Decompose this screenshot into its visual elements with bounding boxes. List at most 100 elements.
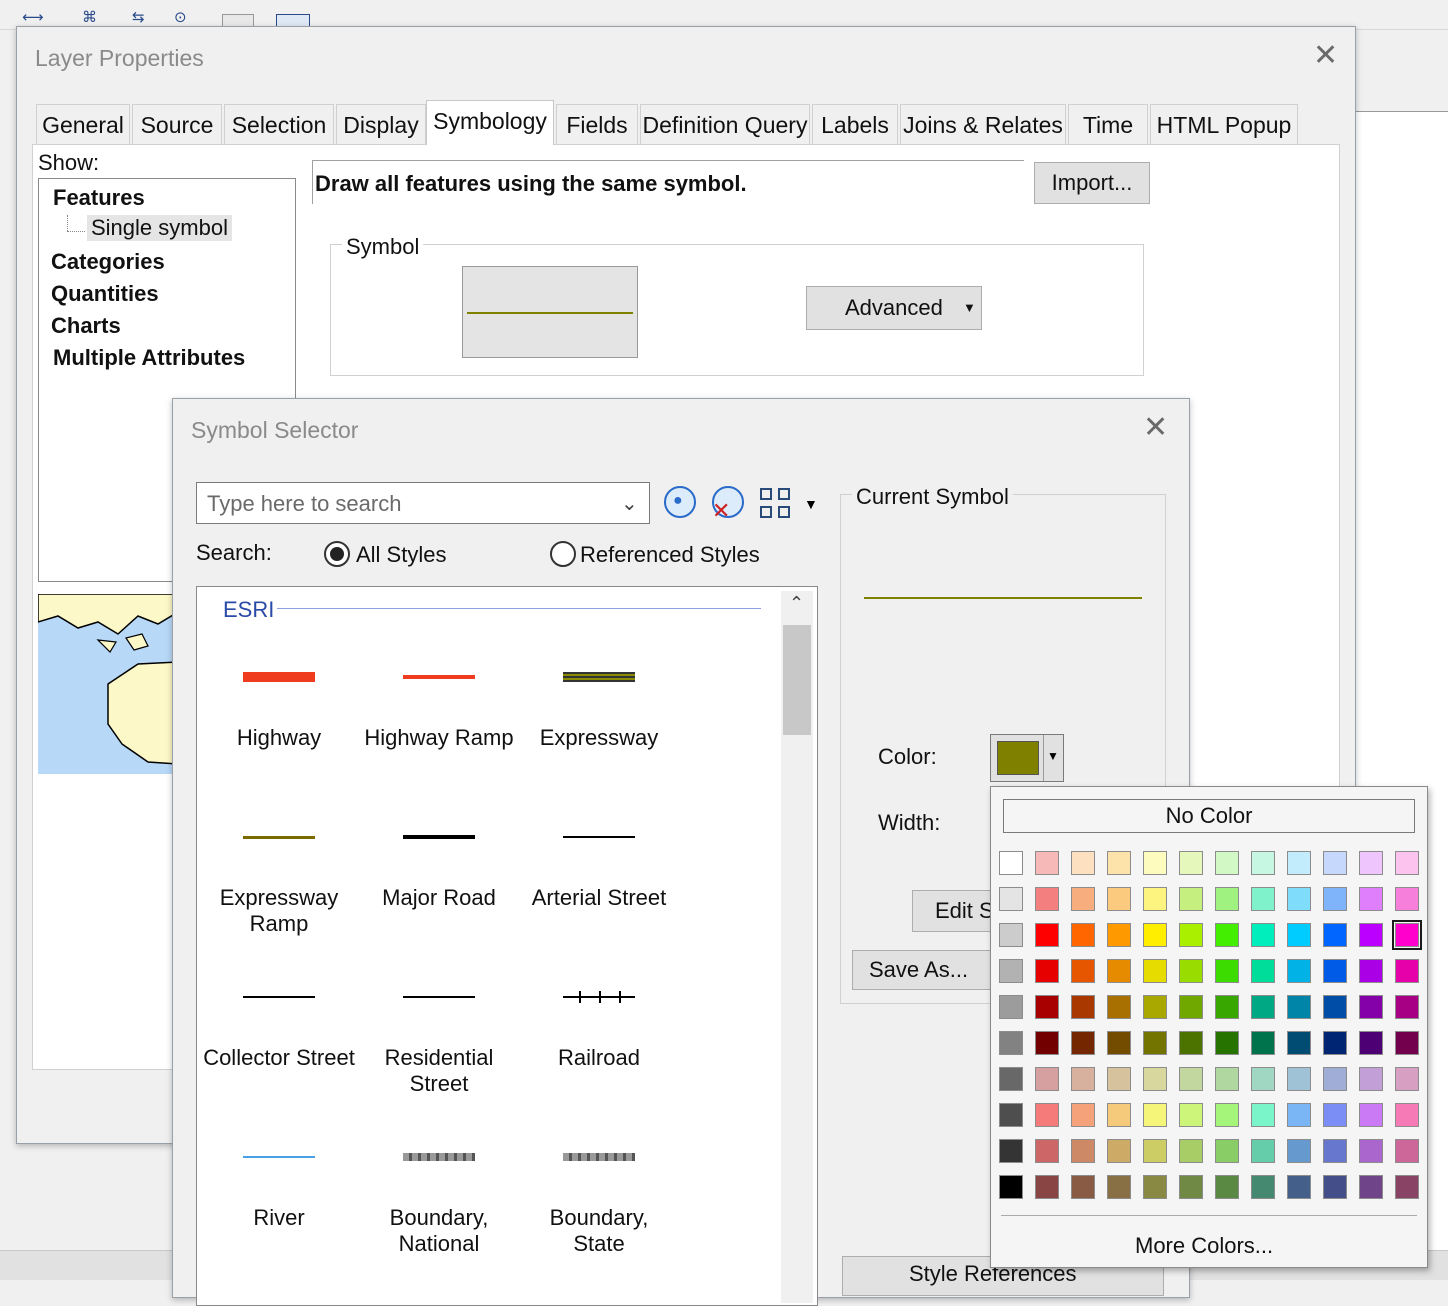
gallery-scrollbar[interactable]: ⌃ — [781, 591, 813, 1303]
symbol-item[interactable]: Arterial Street — [519, 811, 679, 961]
color-swatch[interactable] — [1323, 1175, 1347, 1199]
tree-item-multiple-attributes[interactable]: Multiple Attributes — [53, 345, 245, 371]
scroll-thumb[interactable] — [783, 625, 811, 735]
color-swatch[interactable] — [1035, 1067, 1059, 1091]
color-swatch[interactable] — [1143, 887, 1167, 911]
color-swatch[interactable] — [1143, 923, 1167, 947]
color-swatch[interactable] — [1143, 1139, 1167, 1163]
color-swatch[interactable] — [1215, 1067, 1239, 1091]
tree-item-charts[interactable]: Charts — [51, 313, 121, 339]
color-swatch[interactable] — [999, 1175, 1023, 1199]
color-swatch[interactable] — [1071, 1175, 1095, 1199]
color-swatch[interactable] — [1395, 1067, 1419, 1091]
color-swatch[interactable] — [1071, 887, 1095, 911]
color-swatch[interactable] — [1359, 1031, 1383, 1055]
color-swatch[interactable] — [1395, 1139, 1419, 1163]
color-swatch[interactable] — [1287, 1175, 1311, 1199]
color-swatch[interactable] — [1107, 995, 1131, 1019]
symbol-item[interactable]: Boundary, National — [359, 1131, 519, 1281]
color-swatch[interactable] — [1179, 887, 1203, 911]
color-swatch[interactable] — [1251, 959, 1275, 983]
more-colors-link[interactable]: More Colors... — [1135, 1233, 1273, 1259]
color-swatch[interactable] — [1287, 1139, 1311, 1163]
color-swatch[interactable] — [1395, 851, 1419, 875]
color-swatch[interactable] — [999, 959, 1023, 983]
referenced-styles-radio[interactable] — [550, 541, 576, 567]
symbol-item[interactable]: Residential Street — [359, 971, 519, 1121]
color-swatch[interactable] — [1071, 1103, 1095, 1127]
color-swatch[interactable] — [1323, 995, 1347, 1019]
color-swatch[interactable] — [1179, 1175, 1203, 1199]
color-swatch[interactable] — [1323, 1031, 1347, 1055]
all-styles-radio[interactable] — [324, 541, 350, 567]
tab-source[interactable]: Source — [132, 104, 222, 144]
color-swatch[interactable] — [1179, 1067, 1203, 1091]
symbol-preview-button[interactable] — [462, 266, 638, 358]
color-swatch[interactable] — [1071, 923, 1095, 947]
color-swatch[interactable] — [999, 1031, 1023, 1055]
color-swatch[interactable] — [1035, 1103, 1059, 1127]
color-swatch[interactable] — [999, 887, 1023, 911]
color-swatch[interactable] — [1251, 1031, 1275, 1055]
search-input[interactable]: Type here to search ⌄ — [196, 482, 650, 524]
search-icon[interactable]: ● — [664, 486, 696, 518]
color-swatch[interactable] — [1251, 887, 1275, 911]
import-button[interactable]: Import... — [1034, 162, 1150, 204]
color-swatch[interactable] — [1143, 1175, 1167, 1199]
color-swatch[interactable] — [1323, 851, 1347, 875]
color-swatch[interactable] — [1251, 851, 1275, 875]
color-swatch[interactable] — [1215, 1031, 1239, 1055]
color-swatch[interactable] — [1215, 887, 1239, 911]
color-swatch[interactable] — [1359, 1175, 1383, 1199]
color-swatch[interactable] — [1071, 959, 1095, 983]
color-swatch[interactable] — [1395, 959, 1419, 983]
tree-item-features[interactable]: Features — [53, 185, 145, 211]
color-swatch[interactable] — [1287, 851, 1311, 875]
color-swatch[interactable] — [1395, 995, 1419, 1019]
color-swatch[interactable] — [1392, 920, 1422, 950]
color-dropdown-button[interactable]: ▼ — [990, 734, 1064, 782]
color-swatch[interactable] — [1179, 851, 1203, 875]
color-swatch[interactable] — [1323, 1067, 1347, 1091]
color-swatch[interactable] — [1395, 1103, 1419, 1127]
color-swatch[interactable] — [999, 995, 1023, 1019]
color-swatch[interactable] — [1323, 887, 1347, 911]
color-swatch[interactable] — [1287, 1067, 1311, 1091]
color-swatch[interactable] — [1251, 1067, 1275, 1091]
color-swatch[interactable] — [1035, 851, 1059, 875]
color-swatch[interactable] — [1323, 1103, 1347, 1127]
color-swatch[interactable] — [1107, 1067, 1131, 1091]
color-swatch[interactable] — [1287, 995, 1311, 1019]
color-swatch[interactable] — [1107, 851, 1131, 875]
color-swatch[interactable] — [1179, 959, 1203, 983]
color-swatch[interactable] — [1215, 959, 1239, 983]
color-swatch[interactable] — [1143, 851, 1167, 875]
symbol-item[interactable]: River — [199, 1131, 359, 1281]
color-swatch[interactable] — [1323, 1139, 1347, 1163]
tab-general[interactable]: General — [36, 104, 130, 144]
symbol-item[interactable]: Highway — [199, 651, 359, 801]
tree-item-categories[interactable]: Categories — [51, 249, 165, 275]
color-swatch[interactable] — [999, 1139, 1023, 1163]
color-swatch[interactable] — [1107, 923, 1131, 947]
color-swatch[interactable] — [1107, 1175, 1131, 1199]
scroll-up-icon[interactable]: ⌃ — [789, 593, 804, 614]
color-swatch[interactable] — [1395, 887, 1419, 911]
clear-search-icon[interactable]: ✕ — [712, 486, 744, 523]
color-swatch[interactable] — [1071, 1031, 1095, 1055]
tab-symbology[interactable]: Symbology — [426, 100, 554, 145]
binoculars-icon[interactable]: ⌘ — [82, 8, 97, 26]
symbol-item[interactable]: Expressway — [519, 651, 679, 801]
zoom-icon[interactable]: ⊙ — [174, 8, 187, 26]
color-swatch[interactable] — [1035, 1031, 1059, 1055]
color-swatch[interactable] — [1359, 995, 1383, 1019]
color-swatch[interactable] — [1215, 851, 1239, 875]
color-swatch[interactable] — [1107, 959, 1131, 983]
tab-time[interactable]: Time — [1068, 104, 1148, 144]
tab-fields[interactable]: Fields — [556, 104, 638, 144]
color-swatch[interactable] — [1035, 959, 1059, 983]
view-dropdown-icon[interactable]: ▼ — [804, 496, 818, 512]
no-color-button[interactable]: No Color — [1003, 799, 1415, 833]
color-swatch[interactable] — [999, 851, 1023, 875]
color-swatch[interactable] — [1395, 1175, 1419, 1199]
